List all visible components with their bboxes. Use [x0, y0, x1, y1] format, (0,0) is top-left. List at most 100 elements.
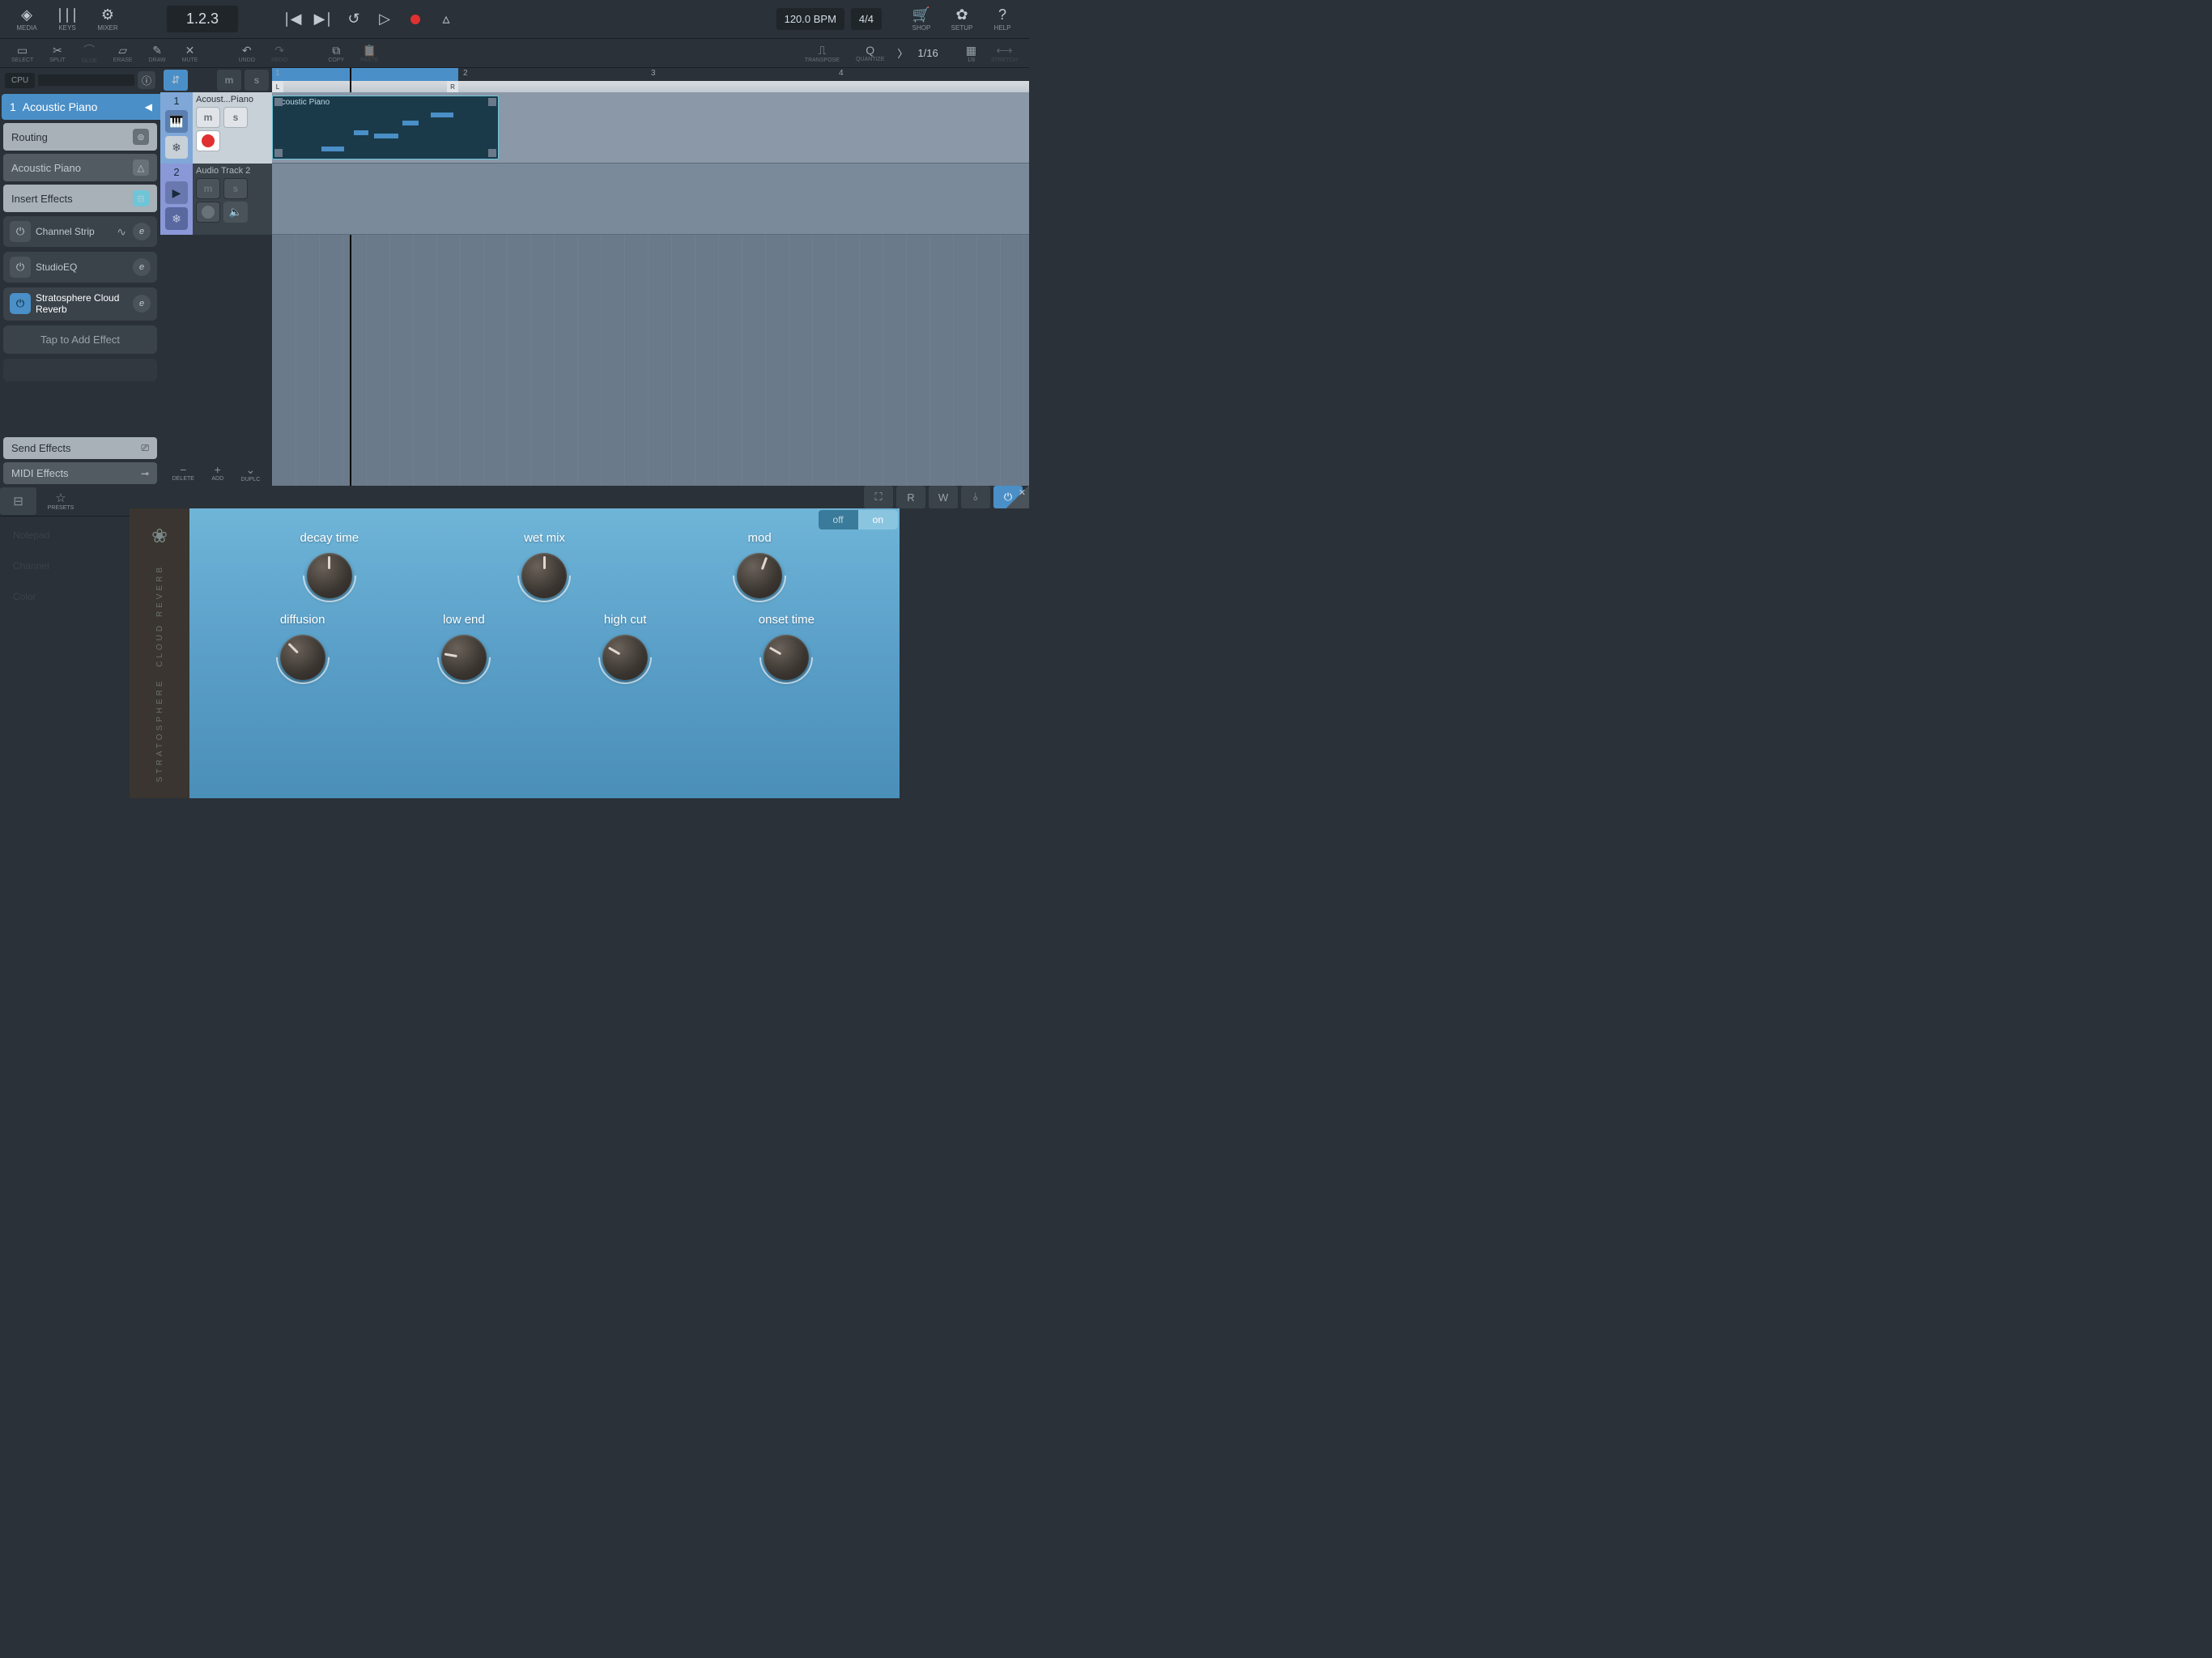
sidechain-button[interactable]: ⫰ [961, 486, 990, 508]
copy-button[interactable]: ⧉COPY [320, 44, 352, 63]
compare-button[interactable]: ⛶ [864, 486, 893, 508]
track-lane-2[interactable] [272, 164, 1029, 235]
snap-chevron-icon[interactable]: 〉 [892, 45, 912, 61]
redo-button[interactable]: ↷REDO [263, 44, 296, 63]
timeline-ruler[interactable]: 1 2 3 4 L R [272, 68, 1029, 92]
presets-tab-button[interactable]: ☆PRESETS [36, 487, 85, 515]
read-automation-button[interactable]: R [896, 486, 925, 508]
knob-high-cut[interactable]: high cut [576, 613, 674, 680]
play-button[interactable]: ▷ [369, 4, 400, 35]
duplicate-track-button[interactable]: ⌄DUPLC [241, 463, 261, 483]
transpose-button[interactable]: ⎍TRANSPOSE [797, 44, 848, 63]
knob-mod[interactable]: mod [711, 531, 808, 598]
record-arm-button[interactable] [196, 130, 220, 151]
expand-tracks-button[interactable]: ⇵ [164, 70, 188, 91]
left-locator[interactable]: L [272, 81, 283, 92]
instrument-section[interactable]: Acoustic Piano △ [3, 154, 157, 181]
dim-item[interactable]: Channel [5, 552, 125, 580]
loop-region[interactable] [272, 68, 458, 81]
send-effects-section[interactable]: Send Effects ⎚ [3, 437, 157, 459]
media-menu[interactable]: ◈MEDIA [6, 5, 47, 33]
close-panel-button[interactable]: ✕ [1006, 486, 1029, 508]
metronome-button[interactable]: ▵ [431, 4, 462, 35]
add-track-button[interactable]: +ADD [211, 463, 223, 483]
rewind-button[interactable]: ∣◀ [277, 4, 308, 35]
arrange-area[interactable]: 1 2 3 4 L R Acoustic Piano [272, 68, 1029, 486]
global-solo-button[interactable]: s [245, 70, 269, 91]
toggle-on[interactable]: on [858, 510, 898, 529]
record-arm-button[interactable] [196, 202, 220, 223]
track-header[interactable]: 1 Acoustic Piano ◀ [2, 94, 160, 120]
track-name-label[interactable]: Audio Track 2 [196, 166, 269, 176]
knob-wet-mix[interactable]: wet mix [496, 531, 593, 598]
setup-menu[interactable]: ✿SETUP [942, 5, 982, 33]
timesig-display[interactable]: 4/4 [851, 8, 882, 30]
monitor-button[interactable]: 🔈 [223, 202, 248, 223]
dim-item[interactable]: Notepad [5, 521, 125, 549]
midi-clip[interactable]: Acoustic Piano [272, 96, 499, 159]
edit-button[interactable]: e [133, 295, 151, 312]
power-button[interactable]: ⏻ [10, 293, 31, 314]
track-lane-1[interactable]: Acoustic Piano [272, 92, 1029, 164]
freeze-button[interactable]: ❄ [165, 136, 188, 159]
track-name-label[interactable]: Acoust...Piano [196, 95, 269, 104]
track-row-1[interactable]: 1 🎹 ❄ Acoust...Piano m s [160, 92, 272, 164]
shop-menu[interactable]: 🛒SHOP [901, 5, 942, 33]
knob-dial[interactable] [737, 553, 782, 598]
glue-tool[interactable]: ⌒GLUE [74, 42, 105, 64]
record-button[interactable] [400, 4, 431, 35]
tempo-display[interactable]: 120.0 BPM [776, 8, 844, 30]
grid-button[interactable]: ▦1/8 [959, 44, 983, 63]
routing-section[interactable]: Routing ⊚ [3, 123, 157, 151]
forward-button[interactable]: ▶∣ [308, 4, 338, 35]
effect-channel-strip[interactable]: ⏻ Channel Strip ∿ e [3, 216, 157, 247]
midi-effects-section[interactable]: MIDI Effects ⊸ [3, 462, 157, 484]
power-button[interactable]: ⏻ [10, 221, 31, 242]
dim-item[interactable]: Color [5, 583, 125, 610]
mute-tool[interactable]: ✕MUTE [174, 44, 206, 63]
edit-button[interactable]: e [133, 258, 151, 276]
empty-effect-slot[interactable] [3, 359, 157, 381]
knob-dial[interactable] [602, 635, 648, 680]
bypass-toggle[interactable]: off on [819, 510, 898, 529]
delete-track-button[interactable]: −DELETE [172, 463, 194, 483]
effect-stratosphere[interactable]: ⏻ Stratosphere Cloud Reverb e [3, 287, 157, 321]
toggle-off[interactable]: off [819, 510, 858, 529]
write-automation-button[interactable]: W [929, 486, 958, 508]
knob-diffusion[interactable]: diffusion [254, 613, 351, 680]
undo-button[interactable]: ↶UNDO [230, 44, 263, 63]
split-tool[interactable]: ✂SPLIT [41, 44, 73, 63]
global-mute-button[interactable]: m [217, 70, 241, 91]
solo-button[interactable]: s [223, 107, 248, 128]
insert-effects-section[interactable]: Insert Effects ⊟ [3, 185, 157, 212]
mixer-menu[interactable]: ⚙MIXER [87, 5, 128, 33]
cpu-info-button[interactable]: ⓘ [138, 71, 155, 89]
mute-button[interactable]: m [196, 178, 220, 199]
mute-button[interactable]: m [196, 107, 220, 128]
effect-studioeq[interactable]: ⏻ StudioEQ e [3, 252, 157, 283]
draw-tool[interactable]: ✎DRAW [140, 44, 173, 63]
knob-low-end[interactable]: low end [415, 613, 513, 680]
loop-button[interactable]: ↺ [338, 4, 369, 35]
track-row-2[interactable]: 2 ▶ ❄ Audio Track 2 m s 🔈 [160, 164, 272, 235]
paste-button[interactable]: 📋PASTE [352, 44, 386, 63]
erase-tool[interactable]: ▱ERASE [105, 44, 141, 63]
solo-button[interactable]: s [223, 178, 248, 199]
edit-button[interactable]: e [133, 223, 151, 240]
quantize-button[interactable]: QQUANTIZE [848, 44, 892, 62]
knob-dial[interactable] [307, 553, 352, 598]
knob-dial[interactable] [441, 635, 487, 680]
knob-dial[interactable] [764, 635, 809, 680]
knob-decay-time[interactable]: decay time [281, 531, 378, 598]
knob-onset-time[interactable]: onset time [738, 613, 835, 680]
right-locator[interactable]: R [447, 81, 458, 92]
snap-value[interactable]: 1/16 [912, 47, 942, 59]
knob-dial[interactable] [521, 553, 567, 598]
freeze-button[interactable]: ❄ [165, 207, 188, 230]
select-tool[interactable]: ▭SELECT [3, 44, 41, 63]
power-button[interactable]: ⏻ [10, 257, 31, 278]
position-display[interactable]: 1.2.3 [167, 6, 238, 32]
knob-dial[interactable] [280, 635, 325, 680]
add-effect-button[interactable]: Tap to Add Effect [3, 325, 157, 354]
stretch-button[interactable]: ⟷STRETCH [983, 44, 1026, 63]
